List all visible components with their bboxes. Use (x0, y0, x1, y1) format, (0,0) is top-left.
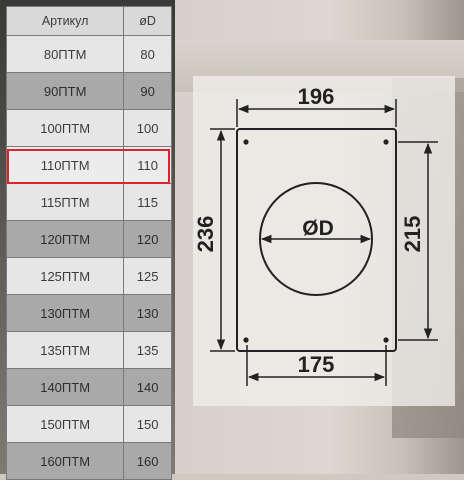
mounting-hole (243, 139, 249, 145)
mounting-hole (383, 337, 389, 343)
dimension-left-label: 236 (193, 216, 218, 253)
hole-diameter-label: ØD (302, 217, 334, 240)
mounting-hole (383, 139, 389, 145)
dimension-right-label: 215 (400, 216, 425, 253)
flange-drawing: 196 175 236 215 ØD (193, 84, 438, 386)
dimension-bottom-label: 175 (298, 352, 335, 377)
mounting-hole (243, 337, 249, 343)
dimension-top-label: 196 (298, 84, 335, 109)
